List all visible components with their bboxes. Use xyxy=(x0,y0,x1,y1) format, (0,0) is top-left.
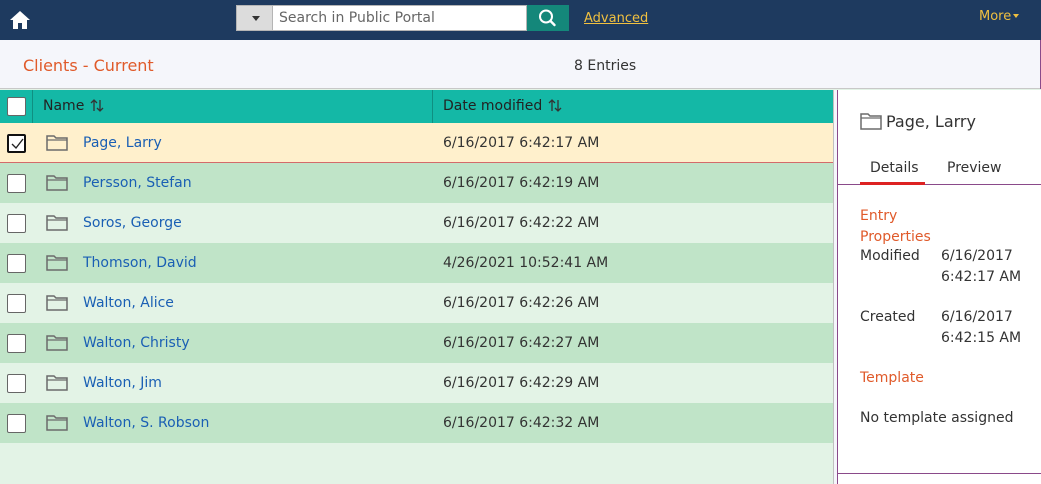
folder-icon xyxy=(46,255,68,271)
folder-icon xyxy=(46,375,68,391)
row-date: 6/16/2017 6:42:26 AM xyxy=(443,295,600,311)
row-name-link[interactable]: Walton, Jim xyxy=(83,375,162,391)
pane-title: Page, Larry xyxy=(886,112,976,131)
table-row[interactable]: Walton, Jim 6/16/2017 6:42:29 AM xyxy=(0,363,833,403)
row-name-link[interactable]: Thomson, David xyxy=(83,255,197,271)
details-pane: Page, Larry Details Preview Entry Proper… xyxy=(838,90,1041,484)
search-button[interactable] xyxy=(527,5,569,31)
row-date: 6/16/2017 6:42:27 AM xyxy=(443,335,600,351)
row-date: 6/16/2017 6:42:22 AM xyxy=(443,215,600,231)
row-date: 6/16/2017 6:42:29 AM xyxy=(443,375,600,391)
row-date: 4/26/2021 10:52:41 AM xyxy=(443,255,609,271)
table-row[interactable]: Persson, Stefan 6/16/2017 6:42:19 AM xyxy=(0,163,833,203)
top-bar: Advanced More xyxy=(0,0,1041,40)
entry-properties-heading: Entry Properties xyxy=(860,208,931,245)
row-checkbox[interactable] xyxy=(7,294,26,313)
table-header: Name Date modified xyxy=(0,90,833,123)
table-row[interactable]: Thomson, David 4/26/2021 10:52:41 AM xyxy=(0,243,833,283)
template-heading: Template xyxy=(860,370,924,386)
search-scope-dropdown[interactable] xyxy=(236,5,273,31)
select-all-checkbox[interactable] xyxy=(7,97,26,116)
column-header-date[interactable]: Date modified xyxy=(443,98,562,114)
column-name-label: Name xyxy=(43,98,85,114)
sort-icon xyxy=(90,99,104,112)
tab-details[interactable]: Details xyxy=(870,160,919,176)
caret-down-icon xyxy=(1013,14,1020,18)
row-checkbox[interactable] xyxy=(7,334,26,353)
created-label: Created xyxy=(860,309,916,325)
row-date: 6/16/2017 6:42:19 AM xyxy=(443,175,600,191)
row-checkbox[interactable] xyxy=(7,174,26,193)
column-divider[interactable] xyxy=(432,90,433,123)
modified-value: 6/16/2017 6:42:17 AM xyxy=(941,248,1022,285)
search-icon xyxy=(539,9,556,27)
row-checkbox[interactable] xyxy=(7,374,26,393)
pane-tabs: Details Preview xyxy=(838,150,1041,185)
more-menu[interactable]: More xyxy=(979,9,1020,24)
entries-table: Name Date modified Page, Larry 6/16/2017… xyxy=(0,90,833,443)
advanced-search-link[interactable]: Advanced xyxy=(584,11,648,26)
entries-count: 8 Entries xyxy=(574,58,637,74)
row-name-link[interactable]: Page, Larry xyxy=(83,135,162,151)
pane-bottom-border xyxy=(838,473,1041,474)
search-input[interactable] xyxy=(273,5,527,31)
folder-title: Clients - Current xyxy=(23,56,154,75)
template-value: No template assigned xyxy=(860,410,1014,426)
row-date: 6/16/2017 6:42:32 AM xyxy=(443,415,600,431)
row-name-link[interactable]: Walton, S. Robson xyxy=(83,415,209,431)
folder-icon xyxy=(46,335,68,351)
table-row[interactable]: Soros, George 6/16/2017 6:42:22 AM xyxy=(0,203,833,243)
table-row[interactable]: Walton, S. Robson 6/16/2017 6:42:32 AM xyxy=(0,403,833,443)
folder-icon xyxy=(46,215,68,231)
row-name-link[interactable]: Persson, Stefan xyxy=(83,175,192,191)
column-date-label: Date modified xyxy=(443,98,543,114)
table-row[interactable]: Walton, Alice 6/16/2017 6:42:26 AM xyxy=(0,283,833,323)
folder-icon xyxy=(46,295,68,311)
table-row[interactable]: Walton, Christy 6/16/2017 6:42:27 AM xyxy=(0,323,833,363)
sort-icon xyxy=(548,99,562,112)
table-row[interactable]: Page, Larry 6/16/2017 6:42:17 AM xyxy=(0,123,833,163)
home-icon[interactable] xyxy=(9,9,31,30)
folder-icon xyxy=(46,415,68,431)
check-icon xyxy=(11,138,24,150)
row-name-link[interactable]: Soros, George xyxy=(83,215,182,231)
folder-icon xyxy=(46,175,68,191)
more-label: More xyxy=(979,9,1012,24)
modified-label: Modified xyxy=(860,248,920,264)
row-date: 6/16/2017 6:42:17 AM xyxy=(443,135,600,151)
row-checkbox[interactable] xyxy=(7,134,26,153)
row-name-link[interactable]: Walton, Alice xyxy=(83,295,174,311)
folder-icon xyxy=(860,113,882,130)
caret-down-icon xyxy=(252,16,260,21)
row-checkbox[interactable] xyxy=(7,414,26,433)
row-name-link[interactable]: Walton, Christy xyxy=(83,335,190,351)
column-header-name[interactable]: Name xyxy=(43,98,104,114)
row-checkbox[interactable] xyxy=(7,214,26,233)
tab-preview[interactable]: Preview xyxy=(947,160,1002,176)
active-tab-indicator xyxy=(860,182,925,185)
created-value: 6/16/2017 6:42:15 AM xyxy=(941,309,1022,346)
row-checkbox[interactable] xyxy=(7,254,26,273)
folder-header: Clients - Current 8 Entries xyxy=(0,40,1041,89)
folder-icon xyxy=(46,135,68,151)
select-all-cell xyxy=(0,90,33,123)
